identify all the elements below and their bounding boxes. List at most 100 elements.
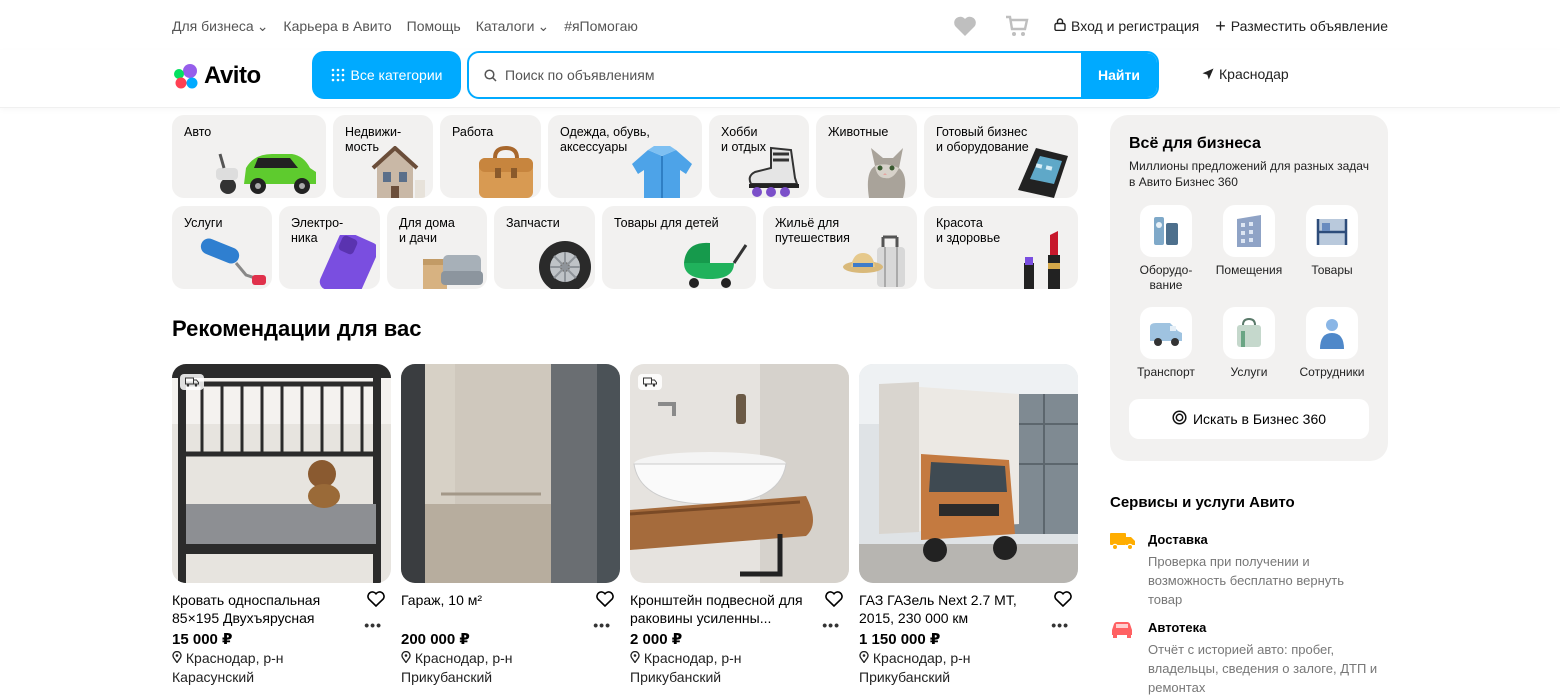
nav-i-help[interactable]: #яПомогаю (564, 18, 638, 34)
more-options-icon[interactable]: ••• (364, 617, 382, 633)
car-icon (216, 153, 316, 194)
listing-title[interactable]: Кровать односпальная 85×195 Двухъярусная (172, 591, 357, 627)
business-tile-services[interactable]: Услуги (1207, 307, 1291, 380)
business-tile-goods[interactable]: Товары (1290, 205, 1374, 278)
smartphone-icon (319, 235, 376, 289)
listing-card[interactable]: Гараж, 10 м² 200 000 ₽ Краснодар, р-н Пр… (401, 364, 620, 685)
lipstick-icon (1024, 231, 1060, 289)
search-business360-button[interactable]: Искать в Бизнес 360 (1129, 399, 1369, 439)
listing-location: Краснодар, р-н Прикубанский (401, 650, 513, 685)
rollerskate-icon (748, 146, 799, 197)
nav-for-business[interactable]: Для бизнеса ⌄ (172, 18, 268, 35)
more-options-icon[interactable]: ••• (593, 617, 611, 633)
suitcase-icon (843, 235, 905, 287)
city-selector[interactable]: Краснодар (1202, 66, 1289, 82)
more-options-icon[interactable]: ••• (1051, 617, 1069, 633)
location-pin-icon (401, 650, 411, 666)
favorite-heart-icon[interactable] (825, 591, 843, 612)
listing-photo[interactable] (401, 364, 620, 583)
more-options-icon[interactable]: ••• (822, 617, 840, 633)
top-nav: Для бизнеса ⌄ Карьера в Авито Помощь Ката… (172, 0, 1388, 52)
login-link[interactable]: Вход и регистрация (1054, 18, 1199, 34)
listing-card[interactable]: ГАЗ ГАЗель Next 2.7 MT, 2015, 230 000 км… (859, 364, 1078, 685)
house-icon (371, 146, 425, 198)
listing-photo[interactable] (630, 364, 849, 583)
business-tile-premises[interactable]: Помещения (1207, 205, 1291, 278)
favorites-heart-icon[interactable] (952, 13, 978, 39)
listing-title[interactable]: Кронштейн подвесной для раковины усиленн… (630, 591, 815, 627)
delivery-truck-icon (638, 374, 662, 390)
category-auto-parts[interactable]: Запчасти (494, 206, 595, 289)
delivery-truck-icon (180, 374, 204, 390)
category-jobs[interactable]: Работа (440, 115, 541, 198)
recommendations-title: Рекомендации для вас (172, 316, 422, 341)
paint-roller-icon (200, 238, 266, 285)
service-autoteka[interactable]: Автотека Отчёт с историей авто: пробег, … (1110, 620, 1377, 695)
category-realty[interactable]: Недвижи- мость (333, 115, 433, 198)
nav-help[interactable]: Помощь (407, 18, 461, 34)
target-icon (1172, 410, 1187, 428)
search-submit-button[interactable]: Найти (1081, 53, 1157, 97)
listing-card[interactable]: Кронштейн подвесной для раковины усиленн… (630, 364, 849, 685)
all-categories-button[interactable]: Все категории (312, 51, 461, 99)
listing-title[interactable]: Гараж, 10 м² (401, 591, 586, 609)
category-kids-goods[interactable]: Товары для детей (602, 206, 756, 289)
stroller-icon (684, 242, 748, 288)
business-tile-equipment[interactable]: Оборудо- вание (1124, 205, 1208, 293)
listing-card[interactable]: Кровать односпальная 85×195 Двухъярусная… (172, 364, 391, 685)
cart-icon[interactable] (1004, 13, 1030, 39)
listing-price: 1 150 000 ₽ (859, 631, 941, 648)
service-delivery[interactable]: Доставка Проверка при получении и возмож… (1110, 532, 1370, 607)
listing-location: Краснодар, р-н Карасунский (172, 650, 284, 685)
search-icon (484, 68, 497, 82)
location-arrow-icon (1202, 68, 1214, 80)
listing-location: Краснодар, р-н Прикубанский (859, 650, 971, 685)
category-travel-housing[interactable]: Жильё для путешествия (763, 206, 917, 289)
van-icon (1140, 307, 1192, 359)
favorite-heart-icon[interactable] (367, 591, 385, 612)
listing-location: Краснодар, р-н Прикубанский (630, 650, 742, 685)
chevron-down-icon: ⌄ (537, 17, 550, 34)
category-beauty-health[interactable]: Красота и здоровье (924, 206, 1078, 289)
category-hobby[interactable]: Хобби и отдых (709, 115, 809, 198)
plus-icon: + (1215, 16, 1226, 36)
goods-rack-icon (1306, 205, 1358, 257)
employees-icon (1306, 307, 1358, 359)
tire-icon (539, 241, 591, 289)
location-pin-icon (859, 650, 869, 666)
avito-logo[interactable]: Avito (172, 62, 261, 90)
business-tile-transport[interactable]: Транспорт (1124, 307, 1208, 380)
chevron-down-icon: ⌄ (256, 17, 269, 34)
category-services[interactable]: Услуги (172, 206, 272, 289)
jacket-icon (632, 146, 692, 198)
cat-icon (867, 148, 906, 198)
listing-photo[interactable] (859, 364, 1078, 583)
category-auto[interactable]: Авто (172, 115, 326, 198)
services-title: Сервисы и услуги Авито (1110, 494, 1295, 511)
delivery-truck-icon (1110, 532, 1136, 555)
briefcase-icon (479, 145, 533, 198)
favorite-heart-icon[interactable] (596, 591, 614, 612)
category-animals[interactable]: Животные (816, 115, 917, 198)
business-panel: Всё для бизнеса Миллионы предложений для… (1110, 115, 1388, 461)
listing-photo[interactable] (172, 364, 391, 583)
post-ad-link[interactable]: + Разместить объявление (1215, 16, 1388, 36)
search-input[interactable] (505, 67, 1065, 83)
equipment-icon (1140, 205, 1192, 257)
category-clothing[interactable]: Одежда, обувь, аксессуары (548, 115, 702, 198)
listing-title[interactable]: ГАЗ ГАЗель Next 2.7 MT, 2015, 230 000 км (859, 591, 1044, 627)
business-tile-employees[interactable]: Сотрудники (1290, 307, 1374, 380)
search-bar: Найти (467, 51, 1159, 99)
listing-price: 15 000 ₽ (172, 631, 233, 648)
location-pin-icon (630, 650, 640, 666)
nav-careers[interactable]: Карьера в Авито (283, 18, 391, 34)
building-icon (1223, 205, 1275, 257)
avito-logo-dots-icon (174, 64, 198, 89)
sofa-icon (423, 255, 483, 289)
category-electronics[interactable]: Электро- ника (279, 206, 380, 289)
category-ready-business[interactable]: Готовый бизнес и оборудование (924, 115, 1078, 198)
nav-catalogs[interactable]: Каталоги ⌄ (476, 18, 549, 35)
favorite-heart-icon[interactable] (1054, 591, 1072, 612)
category-home-garden[interactable]: Для дома и дачи (387, 206, 487, 289)
listing-price: 200 000 ₽ (401, 631, 470, 648)
